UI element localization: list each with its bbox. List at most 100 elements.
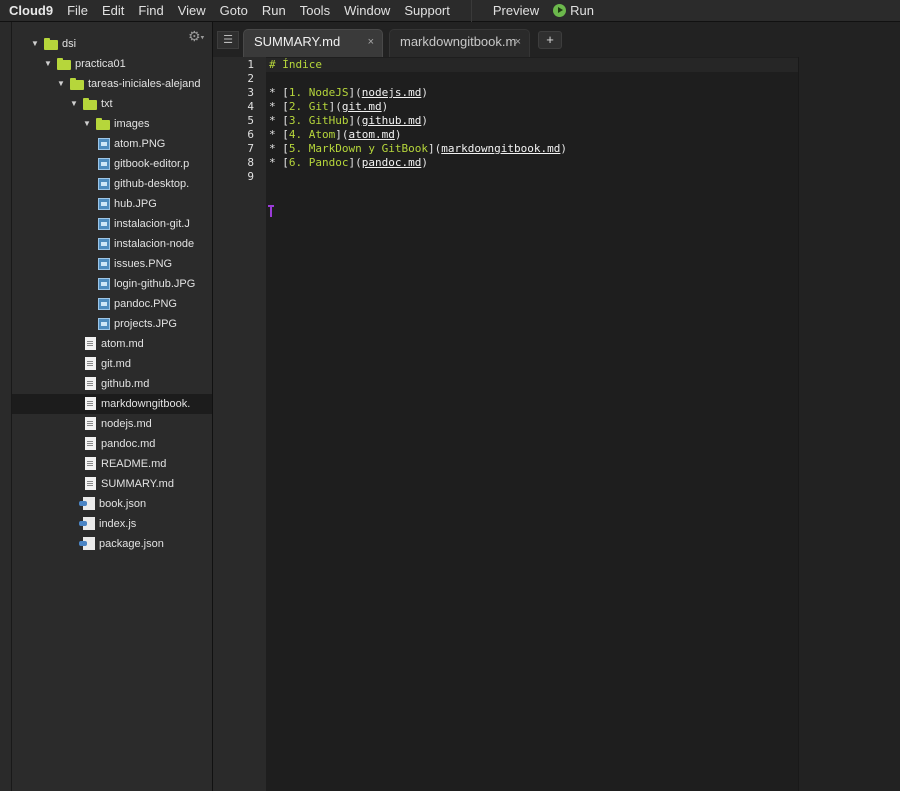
tree-item[interactable]: atom.PNG (12, 134, 212, 154)
tree-item-label: practica01 (75, 58, 126, 70)
tab-menu-icon[interactable]: ☰ (217, 31, 239, 49)
line-number: 4 (247, 100, 254, 113)
menu-goto[interactable]: Goto (213, 3, 255, 18)
tree-item[interactable]: package.json (12, 534, 212, 554)
tree-item[interactable]: instalacion-git.J (12, 214, 212, 234)
expand-arrow-icon[interactable]: ▼ (44, 54, 54, 74)
tree-item-label: txt (101, 98, 113, 110)
tree-item-label: pandoc.PNG (114, 298, 177, 310)
code-token: * [ (269, 100, 289, 113)
folder-icon (83, 98, 97, 110)
code-token: ]( (335, 128, 349, 141)
tree-item-label: projects.JPG (114, 318, 177, 330)
tree-item-label: hub.JPG (114, 198, 157, 210)
tree-item[interactable]: git.md (12, 354, 212, 374)
tree-item[interactable]: github.md (12, 374, 212, 394)
tree-item[interactable]: README.md (12, 454, 212, 474)
document-file-icon (85, 357, 96, 370)
tree-item-label: nodejs.md (101, 418, 152, 430)
line-number-gutter: 123456789 (213, 57, 266, 791)
expand-arrow-icon[interactable]: ▼ (83, 114, 93, 134)
tree-item[interactable]: login-github.JPG (12, 274, 212, 294)
code-token: ) (394, 128, 402, 141)
tree-item-label: book.json (99, 498, 147, 510)
script-file-icon (79, 497, 95, 510)
tree-item[interactable]: book.json (12, 494, 212, 514)
tree-item[interactable]: github-desktop. (12, 174, 212, 194)
line-number: 8 (247, 156, 254, 169)
tree-item-label: index.js (99, 518, 137, 530)
menu-edit[interactable]: Edit (95, 3, 131, 18)
tree-item[interactable]: index.js (12, 514, 212, 534)
code-line: # Índice (269, 58, 322, 72)
menu-tools[interactable]: Tools (293, 3, 337, 18)
menu-window[interactable]: Window (337, 3, 397, 18)
tree-item[interactable]: gitbook-editor.p (12, 154, 212, 174)
heading-text: # Índice (269, 58, 322, 71)
folder-icon (70, 78, 84, 90)
menu-run[interactable]: Run (255, 3, 293, 18)
line-number: 5 (247, 114, 254, 127)
code-token: * [ (269, 142, 289, 155)
code-token: ) (421, 156, 428, 169)
code-token: ) (421, 114, 428, 127)
expand-arrow-icon[interactable]: ▼ (31, 34, 41, 54)
code-token: * [ (269, 114, 289, 127)
tree-item-label: login-github.JPG (114, 278, 196, 290)
code-line: * [2. Git](git.md) (269, 100, 388, 114)
tree-item[interactable]: ▼ images (12, 114, 212, 134)
image-file-icon (98, 278, 110, 290)
preview-button[interactable]: Preview (486, 3, 546, 18)
tree-item-label: github-desktop. (114, 178, 190, 190)
link-text: 6. Pandoc (288, 156, 349, 169)
tree-item[interactable]: instalacion-node (12, 234, 212, 254)
code-area[interactable]: # Índice * [1. NodeJS](nodejs.md) * [2. Gi… (266, 57, 798, 791)
link-text: 2. Git (288, 100, 329, 113)
line-number: 9 (247, 170, 254, 183)
app-brand[interactable]: Cloud9 (0, 3, 60, 18)
tree-item[interactable]: atom.md (12, 334, 212, 354)
tree-item[interactable]: SUMMARY.md (12, 474, 212, 494)
tree-item-label: gitbook-editor.p (114, 158, 190, 170)
menu-bar: Cloud9 File Edit Find View Goto Run Tool… (0, 0, 900, 22)
code-line: * [6. Pandoc](pandoc.md) (269, 156, 428, 170)
link-target: pandoc.md (361, 156, 422, 169)
menu-support[interactable]: Support (397, 3, 457, 18)
expand-arrow-icon[interactable]: ▼ (70, 94, 80, 114)
image-file-icon (98, 158, 110, 170)
document-file-icon (85, 477, 96, 490)
tree-item[interactable]: hub.JPG (12, 194, 212, 214)
tree-item[interactable]: ▼ tareas-iniciales-alejand (12, 74, 212, 94)
tree-item[interactable]: ▼ dsi (12, 34, 212, 54)
code-token: * [ (269, 156, 289, 169)
menu-view[interactable]: View (171, 3, 213, 18)
menu-file[interactable]: File (60, 3, 95, 18)
new-tab-button[interactable]: + (538, 31, 562, 49)
link-target: markdowngitbook.md (441, 142, 561, 155)
tree-item[interactable]: ▼ txt (12, 94, 212, 114)
tab-summary-md[interactable]: SUMMARY.md × (243, 29, 383, 57)
image-file-icon (98, 258, 110, 270)
close-tab-icon[interactable]: × (515, 30, 521, 54)
link-target: nodejs.md (361, 86, 422, 99)
tree-item[interactable]: ▼ practica01 (12, 54, 212, 74)
link-target: git.md (341, 100, 382, 113)
folder-icon (44, 38, 58, 50)
menu-find[interactable]: Find (131, 3, 170, 18)
tree-item[interactable]: pandoc.PNG (12, 294, 212, 314)
run-button[interactable]: Run (546, 3, 601, 18)
close-tab-icon[interactable]: × (368, 30, 374, 54)
tree-item[interactable]: issues.PNG (12, 254, 212, 274)
code-token: * [ (269, 128, 289, 141)
tree-item[interactable]: projects.JPG (12, 314, 212, 334)
tree-item[interactable]: nodejs.md (12, 414, 212, 434)
tree-item-label: README.md (101, 458, 167, 470)
tree-item[interactable]: pandoc.md (12, 434, 212, 454)
expand-arrow-icon[interactable]: ▼ (57, 74, 67, 94)
image-file-icon (98, 198, 110, 210)
image-file-icon (98, 178, 110, 190)
tab-markdowngitbook[interactable]: markdowngitbook.m × (389, 29, 530, 57)
link-target: github.md (361, 114, 422, 127)
image-file-icon (98, 238, 110, 250)
tree-item[interactable]: markdowngitbook. (12, 394, 212, 414)
